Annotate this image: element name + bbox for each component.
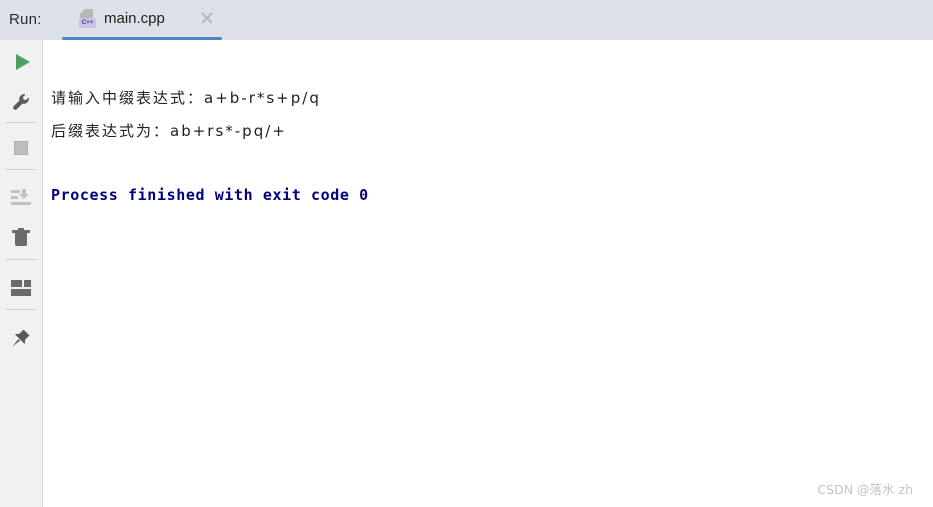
watermark: CSDN @落水 zh [817,482,913,497]
console-line-prompt: 请输入中缀表达式：a+b-r*s+p/q [51,89,321,107]
toolbar-separator [6,122,36,123]
tab-title: main.cpp [104,10,165,27]
edit-configurations-button[interactable] [0,82,42,122]
run-toolbar [0,40,43,507]
toolbar-separator [6,309,36,310]
pin-icon [11,328,31,348]
trash-icon [12,228,30,248]
stop-icon [14,141,28,155]
run-window-header: Run: C++ main.cpp [0,0,933,40]
console-line-exit: Process finished with exit code 0 [51,186,369,204]
console-output[interactable]: 请输入中缀表达式：a+b-r*s+p/q 后缀表达式为：ab+rs*-pq/+ … [43,40,933,507]
run-tool-window: Run: C++ main.cpp 请输入中缀表达式：a+b-r*s+p/q 后… [0,0,933,507]
toolbar-separator [6,259,36,260]
close-icon[interactable] [200,11,214,25]
clear-all-button[interactable] [0,218,42,258]
stop-button[interactable] [0,128,42,168]
layout-icon [11,280,31,296]
play-icon [15,54,30,70]
wrench-icon [11,92,31,112]
scroll-to-end-button[interactable] [0,178,42,218]
cpp-file-icon-badge: C++ [79,18,96,28]
layout-settings-button[interactable] [0,268,42,308]
run-label: Run: [9,11,42,28]
rerun-button[interactable] [0,42,42,82]
tab-content: C++ main.cpp [62,0,222,37]
tab-main-cpp[interactable]: C++ main.cpp [62,0,222,40]
cpp-file-icon: C++ [79,9,96,28]
pin-tab-button[interactable] [0,318,42,358]
scroll-to-end-icon [11,189,31,207]
console-line-result: 后缀表达式为：ab+rs*-pq/+ [51,122,287,140]
toolbar-separator [6,169,36,170]
